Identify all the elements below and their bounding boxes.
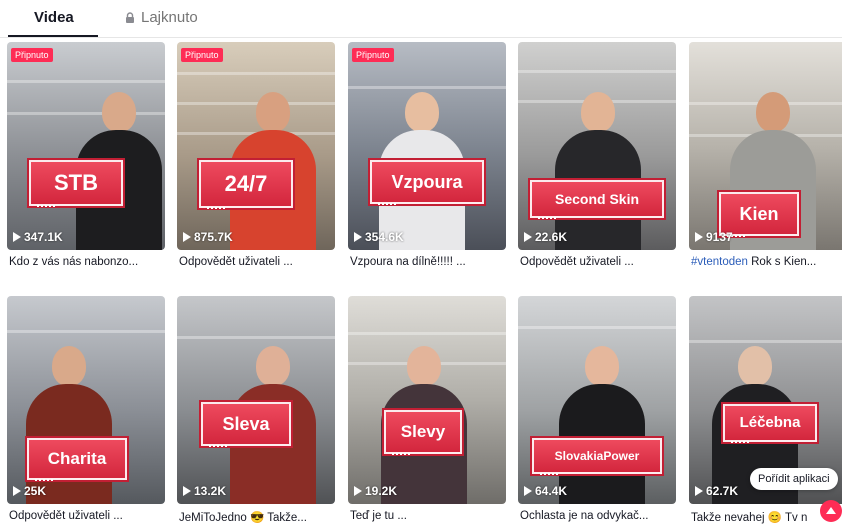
- video-caption[interactable]: Kdo z vás nás nabonzo...: [9, 256, 165, 268]
- person-figure: [555, 92, 641, 250]
- video-caption[interactable]: Odpovědět uživateli ...: [520, 256, 676, 268]
- tab-liked[interactable]: Lajknuto: [124, 9, 198, 26]
- view-count: 347.1K: [13, 230, 63, 244]
- pinned-badge: Připnuto: [181, 48, 223, 62]
- caption-text: Rok s Kien...: [751, 256, 817, 268]
- pinned-badge: Připnuto: [11, 48, 53, 62]
- thumbnail-scene: [7, 42, 165, 250]
- video-card[interactable]: Kien 9137 #vtentoden Rok s Kien...: [689, 42, 842, 268]
- video-thumbnail[interactable]: Charita 25K: [7, 296, 165, 504]
- video-title-banner: Sleva: [201, 402, 291, 447]
- view-count: 354.6K: [354, 230, 404, 244]
- video-card[interactable]: Připnuto Vzpoura 354.6K Vzpoura na dílně…: [348, 42, 506, 268]
- video-title-banner: SlovakiaPower: [532, 438, 662, 475]
- view-count: 13.2K: [183, 484, 226, 498]
- video-thumbnail[interactable]: Připnuto 24/7 875.7K: [177, 42, 335, 250]
- video-title-banner: STB: [29, 160, 123, 207]
- play-icon: [13, 232, 21, 242]
- video-title-banner: 24/7: [199, 160, 293, 209]
- view-count: 9137: [695, 230, 733, 244]
- tab-videos[interactable]: Videa: [34, 9, 74, 26]
- video-caption[interactable]: Odpovědět uživateli ...: [9, 510, 165, 522]
- video-title-banner: Léčebna: [723, 404, 817, 443]
- video-caption[interactable]: Vzpoura na dílně!!!!! ...: [350, 256, 506, 268]
- video-thumbnail[interactable]: Slevy 19.2K: [348, 296, 506, 504]
- video-card[interactable]: SlovakiaPower 64.4K Ochlasta je na odvyk…: [518, 296, 676, 522]
- tab-liked-label: Lajknuto: [141, 9, 198, 26]
- video-thumbnail[interactable]: Sleva 13.2K: [177, 296, 335, 504]
- video-card[interactable]: Charita 25K Odpovědět uživateli ...: [7, 296, 165, 522]
- video-caption[interactable]: #vtentoden Rok s Kien...: [691, 256, 842, 268]
- person-figure: [559, 346, 645, 504]
- view-count: 19.2K: [354, 484, 397, 498]
- play-icon: [524, 232, 532, 242]
- video-thumbnail[interactable]: Kien 9137: [689, 42, 842, 250]
- play-icon: [183, 486, 191, 496]
- thumbnail-scene: [348, 42, 506, 250]
- play-icon: [183, 232, 191, 242]
- video-card[interactable]: Slevy 19.2K Teď je tu ...: [348, 296, 506, 522]
- play-icon: [695, 232, 703, 242]
- view-count: 25K: [13, 484, 46, 498]
- video-thumbnail[interactable]: Second Skin 22.6K: [518, 42, 676, 250]
- lock-icon: [126, 11, 134, 23]
- thumbnail-scene: [177, 42, 335, 250]
- video-card[interactable]: Připnuto 24/7 875.7K Odpovědět uživateli…: [177, 42, 335, 268]
- video-title-banner: Charita: [27, 438, 127, 481]
- view-count: 22.6K: [524, 230, 567, 244]
- view-count: 875.7K: [183, 230, 233, 244]
- play-icon: [524, 486, 532, 496]
- video-thumbnail[interactable]: Připnuto Vzpoura 354.6K: [348, 42, 506, 250]
- video-title-banner: Second Skin: [530, 180, 664, 219]
- video-caption[interactable]: Teď je tu ...: [350, 510, 506, 522]
- pinned-badge: Připnuto: [352, 48, 394, 62]
- view-count: 64.4K: [524, 484, 567, 498]
- hashtag-link[interactable]: #vtentoden: [691, 256, 748, 268]
- thumbnail-scene: [177, 296, 335, 504]
- scroll-to-top-button[interactable]: [820, 500, 842, 522]
- play-icon: [354, 486, 362, 496]
- video-thumbnail[interactable]: Připnuto STB 347.1K: [7, 42, 165, 250]
- video-card[interactable]: Připnuto STB 347.1K Kdo z vás nás nabonz…: [7, 42, 165, 268]
- video-title-banner: Vzpoura: [370, 160, 484, 205]
- video-title-banner: Slevy: [384, 410, 462, 455]
- video-thumbnail[interactable]: SlovakiaPower 64.4K: [518, 296, 676, 504]
- video-card[interactable]: Second Skin 22.6K Odpovědět uživateli ..…: [518, 42, 676, 268]
- play-icon: [695, 486, 703, 496]
- video-caption[interactable]: Odpovědět uživateli ...: [179, 256, 335, 268]
- tabs-divider: [0, 37, 842, 38]
- video-card[interactable]: Sleva 13.2K JeMiToJedno 😎 Takže...: [177, 296, 335, 524]
- play-icon: [354, 232, 362, 242]
- view-count: 62.7K: [695, 484, 738, 498]
- thumbnail-scene: [348, 296, 506, 504]
- play-icon: [13, 486, 21, 496]
- profile-tabs: Videa Lajknuto: [0, 0, 842, 40]
- open-app-button[interactable]: Pořídit aplikaci: [750, 468, 838, 490]
- video-caption[interactable]: Ochlasta je na odvykač...: [520, 510, 676, 522]
